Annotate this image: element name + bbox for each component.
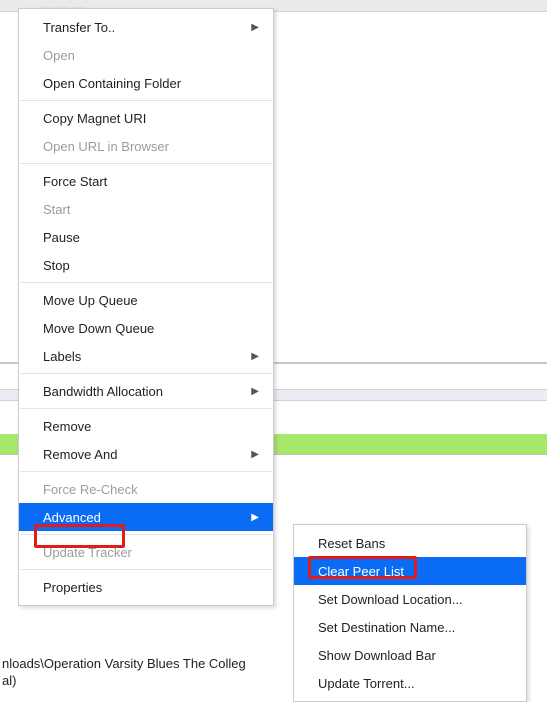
submenu-arrow-icon: ▶: [251, 512, 259, 523]
menu-label: Show Download Bar: [318, 648, 436, 663]
path-text: nloads\Operation Varsity Blues The Colle…: [0, 656, 246, 690]
menu-open-folder[interactable]: Open Containing Folder: [19, 69, 273, 97]
menu-force-start[interactable]: Force Start: [19, 167, 273, 195]
advanced-submenu: Reset Bans Clear Peer List Set Download …: [293, 524, 527, 702]
menu-start: Start: [19, 195, 273, 223]
submenu-arrow-icon: ▶: [251, 386, 259, 397]
menu-label: Update Torrent...: [318, 676, 415, 691]
menu-remove-and[interactable]: Remove And ▶: [19, 440, 273, 468]
separator: [20, 408, 272, 409]
menu-label: Open: [43, 48, 75, 63]
menu-label: Force Start: [43, 174, 107, 189]
menu-open: Open: [19, 41, 273, 69]
menu-label: Copy Magnet URI: [43, 111, 146, 126]
menu-open-url: Open URL in Browser: [19, 132, 273, 160]
separator: [20, 471, 272, 472]
submenu-set-destination-name[interactable]: Set Destination Name...: [294, 613, 526, 641]
menu-properties[interactable]: Properties: [19, 573, 273, 601]
submenu-arrow-icon: ▶: [251, 22, 259, 33]
menu-label: Move Down Queue: [43, 321, 154, 336]
menu-label: Remove And: [43, 447, 117, 462]
menu-label: Advanced: [43, 510, 101, 525]
separator: [20, 282, 272, 283]
menu-label: Set Download Location...: [318, 592, 463, 607]
menu-copy-magnet[interactable]: Copy Magnet URI: [19, 104, 273, 132]
menu-labels[interactable]: Labels ▶: [19, 342, 273, 370]
menu-label: Properties: [43, 580, 102, 595]
submenu-set-download-location[interactable]: Set Download Location...: [294, 585, 526, 613]
menu-stop[interactable]: Stop: [19, 251, 273, 279]
menu-transfer-to[interactable]: Transfer To.. ▶: [19, 13, 273, 41]
menu-move-up[interactable]: Move Up Queue: [19, 286, 273, 314]
submenu-reset-bans[interactable]: Reset Bans: [294, 529, 526, 557]
context-menu: Transfer To.. ▶ Open Open Containing Fol…: [18, 8, 274, 606]
menu-label: Pause: [43, 230, 80, 245]
separator: [20, 100, 272, 101]
submenu-arrow-icon: ▶: [251, 351, 259, 362]
submenu-clear-peer-list[interactable]: Clear Peer List: [294, 557, 526, 585]
menu-pause[interactable]: Pause: [19, 223, 273, 251]
menu-label: Move Up Queue: [43, 293, 138, 308]
separator: [20, 163, 272, 164]
menu-label: Remove: [43, 419, 91, 434]
menu-label: Open URL in Browser: [43, 139, 169, 154]
menu-label: Reset Bans: [318, 536, 385, 551]
menu-remove[interactable]: Remove: [19, 412, 273, 440]
menu-force-recheck: Force Re-Check: [19, 475, 273, 503]
menu-label: Force Re-Check: [43, 482, 138, 497]
submenu-update-torrent[interactable]: Update Torrent...: [294, 669, 526, 697]
separator: [20, 569, 272, 570]
menu-move-down[interactable]: Move Down Queue: [19, 314, 273, 342]
menu-label: Set Destination Name...: [318, 620, 455, 635]
menu-label: Open Containing Folder: [43, 76, 181, 91]
menu-label: Start: [43, 202, 70, 217]
menu-label: Labels: [43, 349, 81, 364]
separator: [20, 373, 272, 374]
menu-label: Transfer To..: [43, 20, 115, 35]
menu-label: Bandwidth Allocation: [43, 384, 163, 399]
separator: [20, 534, 272, 535]
submenu-arrow-icon: ▶: [251, 449, 259, 460]
menu-label: Update Tracker: [43, 545, 132, 560]
menu-label: Clear Peer List: [318, 564, 404, 579]
submenu-show-download-bar[interactable]: Show Download Bar: [294, 641, 526, 669]
menu-bandwidth[interactable]: Bandwidth Allocation ▶: [19, 377, 273, 405]
menu-update-tracker: Update Tracker: [19, 538, 273, 566]
menu-label: Stop: [43, 258, 70, 273]
menu-advanced[interactable]: Advanced ▶: [19, 503, 273, 531]
